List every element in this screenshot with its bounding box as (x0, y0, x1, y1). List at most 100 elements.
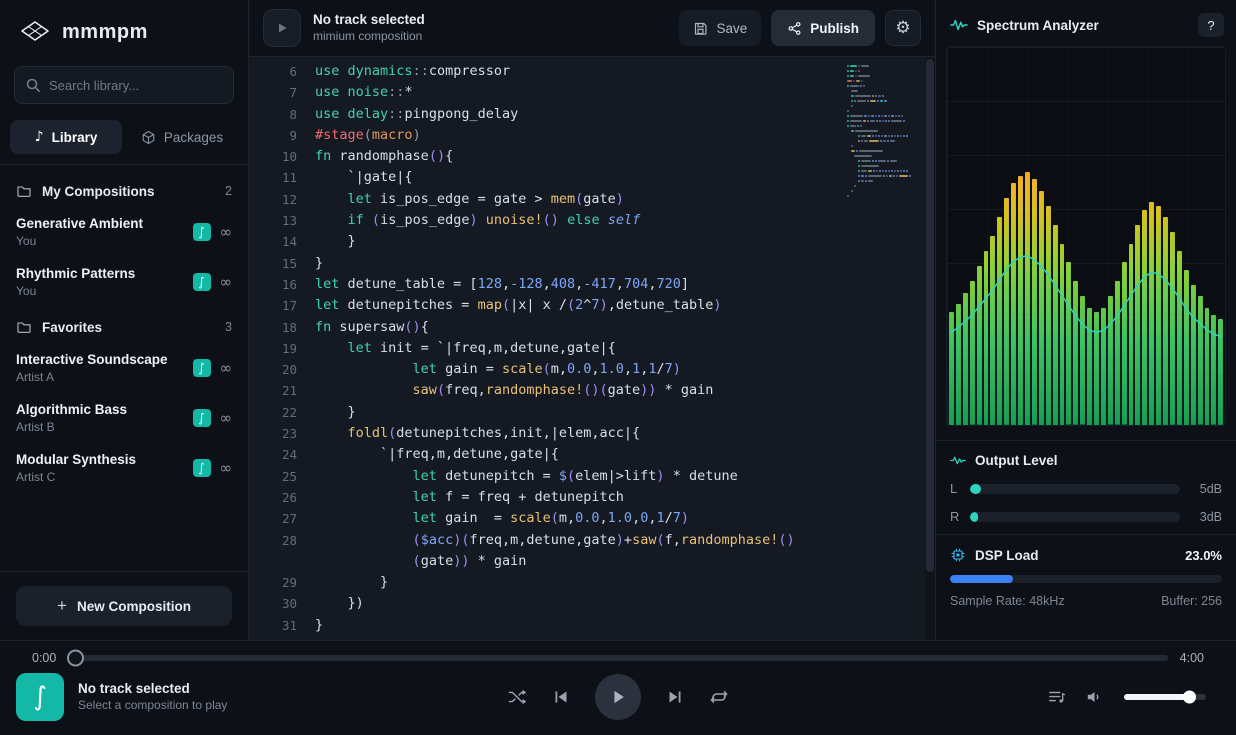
next-button[interactable] (667, 689, 683, 705)
logo-row: mmmpm (0, 0, 248, 64)
code-line: 17let detunepitches = map(|x| x /(2^7),d… (249, 295, 935, 316)
save-button[interactable]: Save (679, 10, 761, 46)
code-line: 14 } (249, 231, 935, 252)
player-controls-row: ∫ No track selected Select a composition… (0, 669, 1236, 725)
sample-rate-label: Sample Rate: 48kHz (950, 594, 1065, 608)
code-line: 30 }) (249, 593, 935, 614)
tab-library-label: Library (52, 130, 98, 145)
line-number: 18 (249, 317, 315, 338)
spectrum-header: Spectrum Analyzer ? (936, 0, 1236, 46)
code-line: 12 let is_pos_edge = gate > mem(gate) (249, 189, 935, 210)
meter-channel-label: L (950, 481, 960, 496)
now-playing-badge: ∫ (16, 673, 64, 721)
player-bar: 0:00 4:00 ∫ No track selected Select a c… (0, 640, 1236, 735)
speaker-icon (1086, 689, 1104, 705)
tab-packages[interactable]: Packages (126, 120, 238, 154)
section-title: Favorites (42, 320, 102, 335)
app-logo-icon (20, 20, 50, 44)
line-number: 16 (249, 274, 315, 295)
output-meter: R3dB (950, 509, 1222, 524)
code-line: 20 let gain = scale(m,0.0,1.0,1,1/7) (249, 359, 935, 380)
new-composition-button[interactable]: + New Composition (16, 586, 232, 626)
library-item[interactable]: Interactive SoundscapeArtist A∫∞ (0, 343, 248, 393)
queue-button[interactable] (1048, 689, 1066, 705)
time-total: 4:00 (1180, 651, 1204, 665)
header-play-button[interactable] (263, 9, 301, 47)
line-number: 20 (249, 359, 315, 380)
music-note-icon: ♪ (35, 129, 44, 145)
composition-title: Algorithmic Bass (16, 402, 193, 417)
timeline-slider[interactable] (68, 655, 1167, 661)
share-icon (787, 21, 802, 36)
gear-icon: ⚙ (895, 18, 910, 38)
queue-icon (1048, 689, 1066, 705)
library-item[interactable]: Rhythmic PatternsYou∫∞ (0, 257, 248, 307)
analysis-panel: Spectrum Analyzer ? Output Level L5dB R3d… (935, 0, 1236, 640)
line-number: 24 (249, 444, 315, 465)
editor-scrollbar[interactable] (925, 57, 935, 640)
editor-minimap[interactable] (847, 65, 915, 205)
spectrum-title: Spectrum Analyzer (977, 18, 1099, 33)
infinity-icon: ∞ (220, 223, 233, 241)
meter-fill (970, 512, 978, 522)
section-title: My Compositions (42, 184, 155, 199)
shuffle-button[interactable] (507, 689, 527, 705)
skip-forward-icon (667, 689, 683, 705)
now-playing-info: No track selected Select a composition t… (78, 680, 227, 713)
line-number: 13 (249, 210, 315, 231)
code-line: 25 let detunepitch = $(elem|>lift) * det… (249, 466, 935, 487)
output-meter: L5dB (950, 481, 1222, 496)
track-info: No track selected mimium composition (313, 12, 425, 44)
folder-icon (16, 183, 32, 199)
integral-badge-icon: ∫ (193, 459, 211, 477)
settings-button[interactable]: ⚙ (885, 10, 921, 46)
timeline-handle[interactable] (67, 650, 84, 667)
search-input[interactable] (14, 66, 234, 104)
code-editor[interactable]: 6use dynamics::compressor7use noise::*8u… (249, 57, 935, 640)
integral-badge-icon: ∫ (193, 273, 211, 291)
line-number: 21 (249, 380, 315, 401)
code-lines: 6use dynamics::compressor7use noise::*8u… (249, 61, 935, 640)
scrollbar-thumb[interactable] (926, 59, 934, 572)
integral-icon: ∫ (33, 682, 47, 712)
library-item-text: Modular SynthesisArtist C (16, 452, 193, 484)
save-icon (693, 21, 708, 36)
line-number: 28 (249, 530, 315, 551)
library-item[interactable]: Algorithmic BassArtist B∫∞ (0, 393, 248, 443)
volume-handle[interactable] (1183, 691, 1196, 704)
app-title: mmmpm (62, 21, 148, 44)
output-level-header: Output Level (950, 453, 1222, 468)
publish-button[interactable]: Publish (771, 10, 875, 46)
section-header: Favorites3 (0, 307, 248, 343)
help-button[interactable]: ? (1198, 13, 1224, 37)
package-icon (141, 130, 156, 145)
waveform-icon (950, 18, 968, 32)
repeat-button[interactable] (709, 689, 729, 705)
code-line: 7use noise::* (249, 82, 935, 103)
skip-back-icon (553, 689, 569, 705)
transport-controls (507, 674, 729, 720)
infinity-icon: ∞ (220, 273, 233, 291)
code-line: 6use dynamics::compressor (249, 61, 935, 82)
tab-library[interactable]: ♪ Library (10, 120, 122, 154)
volume-fill (1124, 694, 1190, 700)
line-number: 8 (249, 104, 315, 125)
volume-button[interactable] (1086, 689, 1104, 705)
section-count: 2 (225, 184, 232, 198)
volume-slider[interactable] (1124, 694, 1206, 700)
infinity-icon: ∞ (220, 459, 233, 477)
line-number: 9 (249, 125, 315, 146)
line-number: 14 (249, 231, 315, 252)
now-playing-subtitle: Select a composition to play (78, 698, 227, 714)
code-line: 26 let f = freq + detunepitch (249, 487, 935, 508)
code-line: 22 } (249, 402, 935, 423)
code-line: 10fn randomphase(){ (249, 146, 935, 167)
code-line: 13 if (is_pos_edge) unoise!() else self (249, 210, 935, 231)
library-item[interactable]: Modular SynthesisArtist C∫ ∞ (0, 443, 248, 493)
play-button[interactable] (595, 674, 641, 720)
library-item[interactable]: Generative AmbientYou∫∞ (0, 207, 248, 257)
previous-button[interactable] (553, 689, 569, 705)
publish-label: Publish (810, 21, 859, 36)
line-number: 17 (249, 295, 315, 316)
tab-packages-label: Packages (164, 130, 223, 145)
